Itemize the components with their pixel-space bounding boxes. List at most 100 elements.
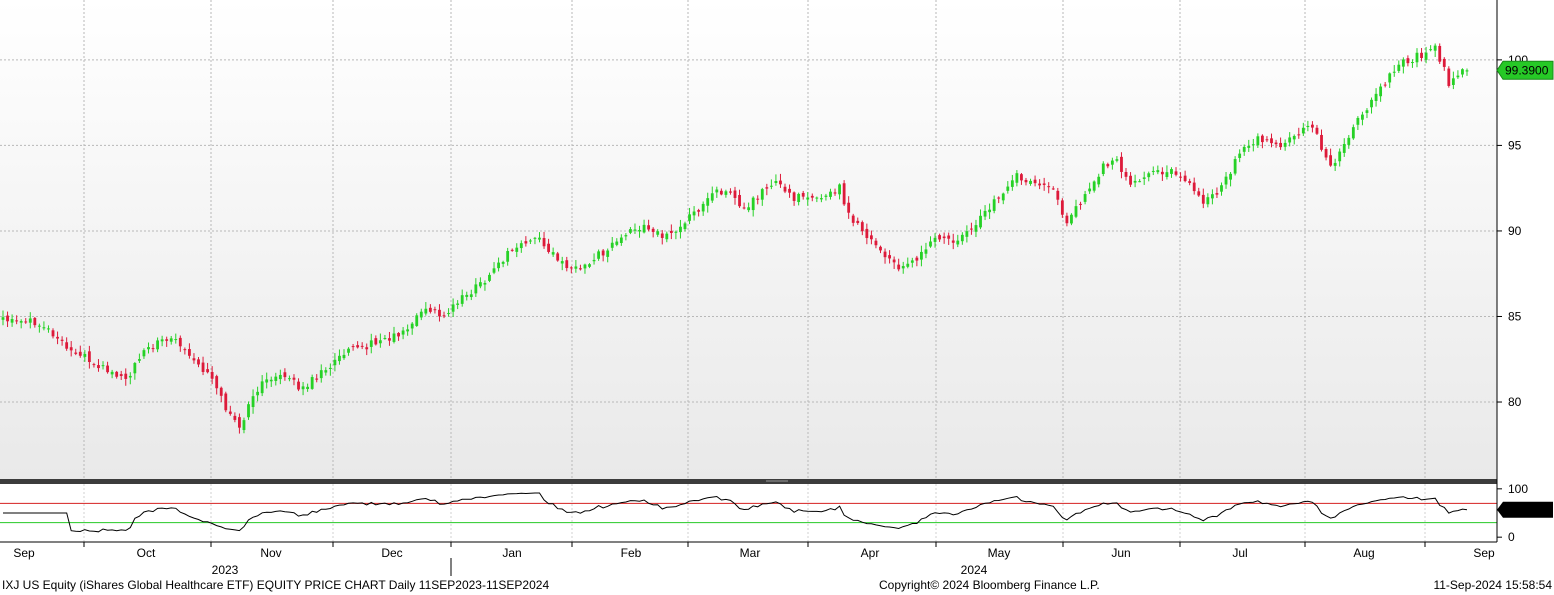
timestamp: 11-Sep-2024 15:58:54 <box>1433 578 1552 592</box>
candle-body <box>1174 171 1178 175</box>
candle-body <box>692 211 696 216</box>
rsi-tick-label: 0 <box>1508 530 1515 544</box>
candle-body <box>383 338 387 340</box>
candle-body <box>706 198 710 206</box>
candle-body <box>410 323 414 329</box>
candle-body <box>42 327 46 329</box>
candle-body <box>388 338 391 341</box>
candle-body <box>1020 174 1023 181</box>
candle-body <box>765 187 769 189</box>
candle-body <box>460 295 464 304</box>
candle-body <box>1397 64 1401 71</box>
candle-body <box>315 378 319 380</box>
candle-body <box>151 348 155 350</box>
candle-body <box>1165 172 1169 178</box>
candle-body <box>192 358 196 361</box>
candle-body <box>115 371 119 377</box>
candle-body <box>501 261 505 264</box>
candle-body <box>1110 160 1114 165</box>
candle-body <box>347 348 350 353</box>
candle-body <box>642 224 646 233</box>
candle-body <box>269 379 273 382</box>
candle-body <box>1338 151 1342 162</box>
candle-body <box>588 264 591 267</box>
price-tick-label: 95 <box>1508 138 1522 152</box>
candle-body <box>428 307 432 312</box>
candle-body <box>160 339 164 342</box>
candle-body <box>51 330 55 337</box>
candle-body <box>183 349 187 351</box>
candle-body <box>606 250 610 257</box>
candle-body <box>651 228 655 232</box>
candle-body <box>1133 180 1137 183</box>
candle-body <box>1101 163 1105 175</box>
candle-body <box>579 268 582 270</box>
candle-body <box>1079 203 1082 205</box>
candle-body <box>1129 175 1132 185</box>
candle-body <box>319 370 323 379</box>
candle-body <box>701 203 705 212</box>
candle-body <box>188 349 191 356</box>
candle-body <box>719 190 723 195</box>
candle-body <box>251 396 255 408</box>
candle-body <box>1038 183 1042 186</box>
candle-body <box>769 185 773 187</box>
chart-description: IXJ US Equity (iShares Global Healthcare… <box>2 578 550 592</box>
candle-body <box>147 347 150 350</box>
candle-body <box>1265 139 1269 141</box>
candle-body <box>710 193 714 201</box>
candle-body <box>1461 69 1464 75</box>
candle-body <box>310 377 314 389</box>
candle-body <box>406 329 410 332</box>
candle-body <box>956 240 960 245</box>
candle-body <box>424 308 428 314</box>
candle-body <box>1047 186 1051 188</box>
candle-body <box>397 332 400 337</box>
month-label: Aug <box>1353 546 1374 560</box>
candle-body <box>165 339 169 341</box>
candle-body <box>1083 194 1087 202</box>
month-label: Oct <box>137 546 156 560</box>
candle-body <box>738 194 741 207</box>
candle-body <box>1210 194 1214 199</box>
candle-body <box>938 235 942 240</box>
candle-body <box>1324 149 1328 158</box>
candle-body <box>601 250 605 256</box>
candle-body <box>883 251 887 258</box>
price-tick-label: 90 <box>1508 224 1522 238</box>
price-tick-label: 80 <box>1508 395 1522 409</box>
candle-body <box>1260 135 1264 143</box>
candle-body <box>856 220 860 224</box>
panel-divider <box>0 479 1497 484</box>
candle-body <box>492 268 496 273</box>
candle-body <box>1024 179 1028 183</box>
candle-body <box>1242 146 1246 152</box>
candle-body <box>1015 173 1019 183</box>
candle-body <box>551 252 555 255</box>
candle-body <box>933 237 937 242</box>
candle-body <box>983 210 987 217</box>
candle-body <box>1374 93 1378 102</box>
candle-body <box>206 369 210 373</box>
candle-body <box>1256 136 1260 146</box>
candle-body <box>228 411 232 414</box>
candle-body <box>1347 137 1351 145</box>
candle-body <box>901 266 905 269</box>
candle-body <box>629 229 632 233</box>
candle-body <box>197 359 200 365</box>
candle-body <box>538 237 541 240</box>
candle-body <box>888 255 891 259</box>
candle-body <box>1238 153 1242 159</box>
candle-body <box>619 237 623 244</box>
candle-body <box>201 362 205 372</box>
candle-body <box>260 381 264 394</box>
candle-body <box>656 231 660 235</box>
candle-body <box>265 379 269 383</box>
candle-body <box>892 259 896 263</box>
month-label: Jun <box>1111 546 1130 560</box>
candle-body <box>1297 134 1301 136</box>
candle-body <box>469 294 473 298</box>
candle-body <box>6 315 9 322</box>
candle-body <box>483 283 487 285</box>
candle-body <box>1320 134 1323 150</box>
